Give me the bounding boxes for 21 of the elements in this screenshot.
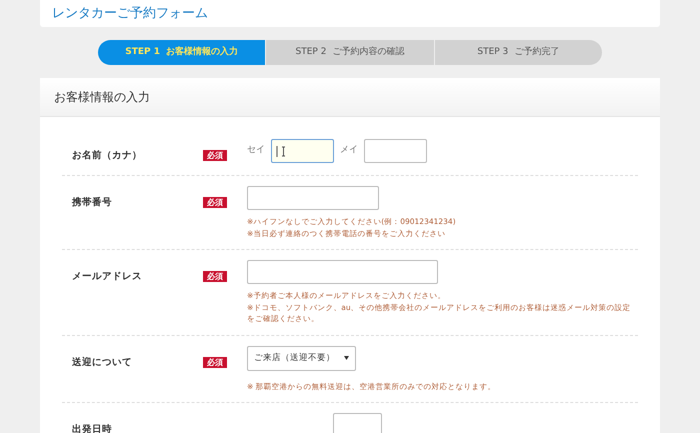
field-label: 出発日時 [72, 424, 112, 433]
dropdown[interactable]: ご来店（送迎不要） [247, 346, 356, 370]
field-label: セイ [247, 144, 265, 158]
input-field[interactable] [247, 186, 379, 210]
field-label: メイ [340, 144, 358, 158]
field-label: メールアドレス [72, 271, 142, 282]
input-field[interactable] [333, 413, 382, 433]
caret-icon [344, 356, 349, 360]
input-field[interactable] [271, 139, 334, 163]
section-title: お客様情報の入力 [54, 89, 150, 106]
required-badge: 必須 [203, 356, 227, 368]
input-field[interactable] [364, 139, 427, 163]
field-label: お名前（カナ） [72, 150, 142, 161]
required-badge: 必須 [203, 271, 227, 282]
field-label: 携帯番号 [72, 197, 112, 208]
page-title: レンタカーご予約フォーム [52, 4, 208, 23]
required-badge: 必須 [203, 150, 227, 161]
text-cursor-icon [276, 144, 286, 158]
input-field[interactable] [247, 260, 438, 284]
field-label: 送迎について [72, 356, 132, 368]
required-badge: 必須 [203, 197, 227, 208]
